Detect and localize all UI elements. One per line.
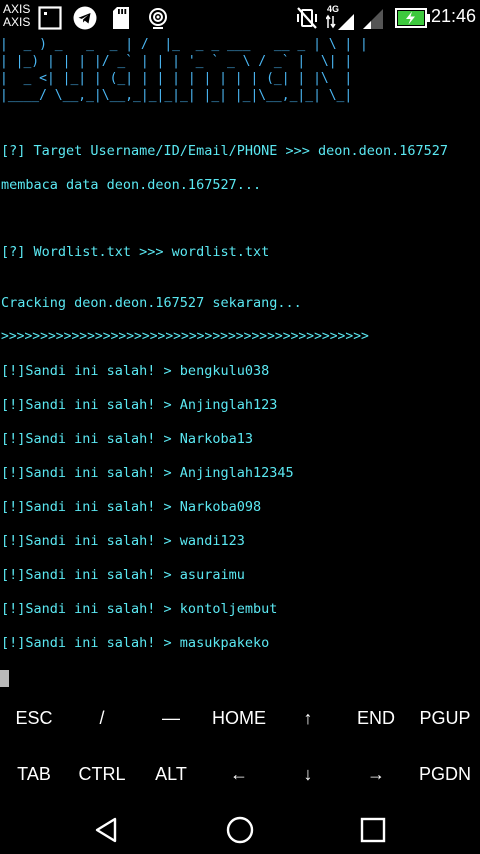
carrier-labels: AXIS AXIS [3,3,30,29]
key-home[interactable]: HOME [205,690,273,746]
telegram-icon [73,6,97,30]
network-type-label: 4G [327,4,340,14]
key-end[interactable]: END [342,690,410,746]
progress-arrows-line: >>>>>>>>>>>>>>>>>>>>>>>>>>>>>>>>>>>>>>>>… [1,329,369,344]
carrier-label-2: AXIS [3,15,31,29]
wrong-password-line: [!]Sandi ini salah! > asuraimu [1,567,245,583]
home-button[interactable] [210,810,270,850]
banner-line: | |_) | | | |/ _` | | | '_ ` _ \ / _` | … [0,54,353,69]
battery-charging-icon [395,8,430,28]
reading-data-line: membaca data deon.deon.167527... [1,177,262,193]
key-ctrl[interactable]: CTRL [68,746,136,802]
key-pgup[interactable]: PGUP [411,690,479,746]
recents-icon [360,817,386,843]
status-bar: AXIS AXIS 4G 21:46 [0,0,480,36]
back-button[interactable] [77,810,137,850]
key-right[interactable]: → [342,746,410,802]
ascii-banner: | _ ) _ _ _ | / |_ _ _ ___ __ _ | \ | | … [0,36,368,104]
key-up[interactable]: ↑ [274,690,342,746]
key-down[interactable]: ↓ [274,746,342,802]
back-icon [95,817,117,843]
home-icon [226,816,254,844]
key-dash[interactable]: — [137,690,205,746]
signal-icon [326,14,354,30]
key-alt[interactable]: ALT [137,746,205,802]
wrong-password-line: [!]Sandi ini salah! > bengkulu038 [1,363,270,379]
wrong-password-line: [!]Sandi ini salah! > kontoljembut [1,601,278,617]
wrong-password-line: [!]Sandi ini salah! > masukpakeko [1,635,270,651]
navigation-bar [0,802,480,854]
key-esc[interactable]: ESC [0,690,68,746]
wrong-password-line: [!]Sandi ini salah! > Anjinglah123 [1,397,278,413]
key-slash[interactable]: / [68,690,136,746]
terminal-view[interactable]: | _ ) _ _ _ | / |_ _ _ ___ __ _ | \ | | … [0,36,480,696]
terminal-cursor [0,670,9,687]
wrong-password-line: [!]Sandi ini salah! > Narkoba13 [1,431,253,447]
target-prompt-line: [?] Target Username/ID/Email/PHONE >>> d… [1,143,449,159]
banner-line: | _ ) _ _ _ | / |_ _ _ ___ __ _ | \ | | [0,37,368,52]
cracking-line: Cracking deon.deon.167527 sekarang... [1,295,302,311]
location-ring-icon [149,8,167,29]
signal-weak-icon [363,9,383,29]
banner-line: |____/ \__,_|\__,_|_|_|_| |_| |_|\__,_|_… [0,88,353,103]
sd-card-icon [113,7,129,29]
notification-square-icon [38,6,62,30]
wrong-password-line: [!]Sandi ini salah! > Narkoba098 [1,499,262,515]
key-left[interactable]: ← [205,746,273,802]
recents-button[interactable] [343,810,403,850]
banner-line: | _ <| |_| | (_| | | | | | | | | (_| | |… [0,71,353,86]
extra-keys-bar: ESC / — HOME ↑ END PGUP TAB CTRL ALT ← ↓… [0,690,480,802]
wrong-password-line: [!]Sandi ini salah! > Anjinglah12345 [1,465,294,481]
wrong-password-line: [!]Sandi ini salah! > wandi123 [1,533,245,549]
key-pgdn[interactable]: PGDN [411,746,479,802]
wordlist-prompt-line: [?] Wordlist.txt >>> wordlist.txt [1,244,270,260]
vibrate-off-icon [297,7,317,29]
key-tab[interactable]: TAB [0,746,68,802]
clock: 21:46 [430,6,476,26]
